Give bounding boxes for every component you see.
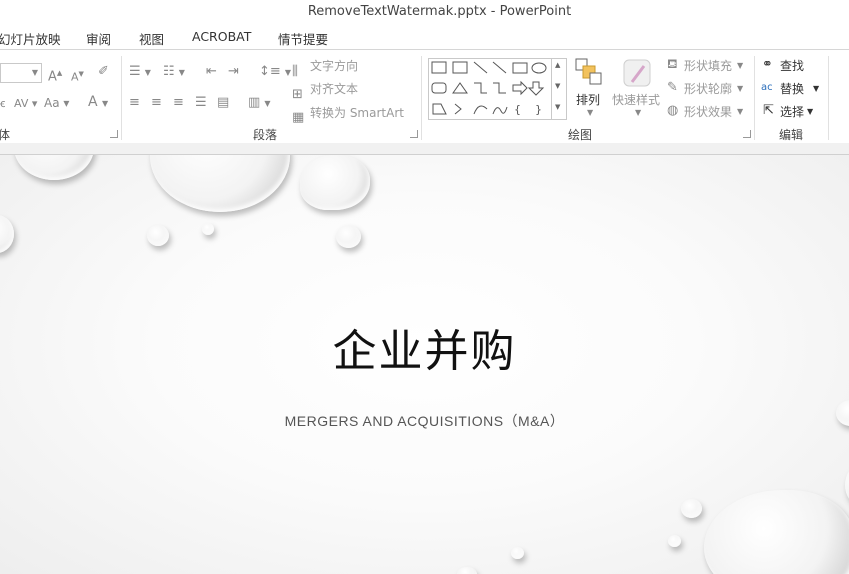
align-text-button[interactable]: 对齐文本 — [310, 80, 358, 97]
water-drop-decoration — [150, 155, 290, 212]
drawing-group-label: 绘图 — [568, 128, 593, 142]
tab-view[interactable]: 视图 — [139, 29, 164, 48]
paragraph-group-label: 段落 — [253, 128, 278, 142]
align-left-icon[interactable]: ≡ — [129, 96, 140, 110]
pen-icon: ✎ — [667, 80, 678, 95]
text-direction-button[interactable]: 文字方向 — [310, 57, 358, 74]
columns-icon[interactable]: ▥ ▼ — [248, 96, 271, 111]
font-group-label: 体 — [0, 128, 11, 142]
divider — [121, 56, 122, 140]
svg-text:}: } — [535, 103, 542, 116]
water-drop-decoration — [845, 465, 849, 505]
align-right-icon[interactable]: ≡ — [173, 96, 184, 110]
tab-slideshow[interactable]: 幻灯片放映 — [0, 29, 61, 48]
chevron-down-icon: ▼ — [587, 108, 594, 117]
numbering-icon[interactable]: ☷ ▼ — [163, 65, 185, 80]
tab-acrobat[interactable]: ACROBAT — [192, 29, 251, 44]
water-drop-decoration — [147, 225, 169, 246]
ribbon-tabs: 幻灯片放映 审阅 视图 ACROBAT 情节提要 — [0, 24, 849, 50]
water-drop-decoration — [668, 535, 681, 547]
shape-outline-button[interactable]: 形状轮廓 — [684, 80, 732, 97]
editing-group-label: 编辑 — [779, 128, 804, 142]
justify-icon[interactable]: ☰ — [195, 96, 207, 110]
water-drop-decoration — [704, 490, 849, 574]
tab-review[interactable]: 审阅 — [86, 29, 111, 48]
effects-icon: ◍ — [667, 103, 679, 118]
shape-fill-button[interactable]: 形状填充 — [684, 57, 732, 74]
divider — [754, 56, 755, 140]
char-spacing-icon[interactable]: ꞓ — [0, 97, 5, 111]
chevron-down-icon: ▼ — [737, 84, 744, 93]
convert-smartart-button[interactable]: 转换为 SmartArt — [310, 104, 404, 121]
binoculars-icon: ⚭ — [762, 57, 773, 72]
arrange-button[interactable]: 排列 — [576, 91, 600, 108]
chevron-up-icon[interactable]: ▲ — [555, 61, 560, 69]
replace-button[interactable]: 替换 — [780, 80, 804, 97]
chevron-down-icon: ▼ — [31, 68, 38, 77]
shape-effects-button[interactable]: 形状效果 — [684, 103, 732, 120]
font-dialog-launcher-icon[interactable] — [110, 130, 118, 138]
align-center-icon[interactable]: ≡ — [151, 96, 162, 110]
shapes-gallery[interactable]: {} — [428, 58, 554, 120]
slide-title[interactable]: 企业并购 — [0, 315, 849, 379]
quick-styles-icon[interactable] — [622, 58, 652, 88]
quick-styles-button[interactable]: 快速样式 — [612, 91, 660, 108]
water-drop-decoration — [336, 225, 361, 248]
find-button[interactable]: 查找 — [780, 57, 804, 74]
shapes-gallery-scroll[interactable]: ▲ ▼ ▼ — [551, 58, 567, 120]
chevron-down-icon: ▼ — [737, 61, 744, 70]
drawing-dialog-launcher-icon[interactable] — [743, 130, 751, 138]
replace-icon: ac — [761, 82, 773, 93]
water-drop-decoration — [14, 155, 94, 180]
ribbon-bottom-bar — [0, 143, 849, 155]
slide-subtitle[interactable]: MERGERS AND ACQUISITIONS（M&A） — [0, 411, 849, 431]
chevron-down-icon: ▼ — [807, 107, 814, 116]
align-text-icon[interactable]: ⊞ — [292, 88, 303, 102]
svg-text:{: { — [514, 103, 521, 116]
water-drop-decoration — [511, 547, 524, 559]
ribbon: ▼ A▲ A▼ ✐ ꞓ AV ▾ Aa ▾ A ▼ 体 ☰ ▼ ☷ ▼ ⇤ ⇥ … — [0, 49, 849, 144]
change-case-icon[interactable]: Aa ▾ — [44, 96, 69, 110]
tab-storyboard[interactable]: 情节提要 — [278, 29, 328, 48]
line-spacing-icon[interactable]: ↕≡ ▼ — [259, 65, 291, 80]
arrange-icon[interactable] — [575, 58, 603, 86]
decrease-indent-icon[interactable]: ⇤ — [206, 65, 217, 79]
font-spacing-icon[interactable]: AV ▾ — [14, 97, 37, 111]
decrease-font-icon[interactable]: A▼ — [71, 67, 84, 85]
font-color-icon[interactable]: A ▼ — [88, 95, 108, 111]
title-bar: RemoveTextWatermak.pptx - PowerPoint — [0, 0, 849, 24]
bullets-icon[interactable]: ☰ ▼ — [129, 65, 151, 80]
chevron-down-icon: ▼ — [737, 107, 744, 116]
distributed-icon[interactable]: ▤ — [217, 96, 229, 110]
slide-canvas[interactable]: 企业并购 MERGERS AND ACQUISITIONS（M&A） — [0, 155, 849, 574]
increase-indent-icon[interactable]: ⇥ — [228, 65, 239, 79]
font-size-box[interactable]: ▼ — [0, 63, 42, 83]
water-drop-decoration — [202, 223, 214, 235]
clear-format-icon[interactable]: ✐ — [98, 65, 109, 79]
cursor-icon: ⇱ — [763, 103, 774, 118]
increase-font-icon[interactable]: A▲ — [48, 66, 62, 84]
chevron-down-icon: ▼ — [813, 84, 820, 93]
divider — [421, 56, 422, 140]
chevron-down-icon[interactable]: ▼ — [555, 82, 560, 90]
gallery-more-icon[interactable]: ▼ — [555, 103, 560, 111]
paint-bucket-icon: ⛾ — [667, 57, 678, 72]
text-direction-icon[interactable]: ⫼ — [292, 65, 298, 79]
paragraph-dialog-launcher-icon[interactable] — [410, 130, 418, 138]
chevron-down-icon: ▼ — [635, 108, 642, 117]
water-drop-decoration — [300, 155, 370, 210]
shapes-gallery-icons: {} — [431, 61, 547, 116]
smartart-icon[interactable]: ▦ — [292, 111, 304, 125]
water-drop-decoration — [457, 567, 477, 574]
water-drop-decoration — [0, 215, 14, 253]
select-button[interactable]: 选择 — [780, 103, 804, 120]
water-drop-decoration — [681, 499, 702, 518]
divider — [828, 56, 829, 140]
window-title: RemoveTextWatermak.pptx - PowerPoint — [307, 4, 572, 19]
